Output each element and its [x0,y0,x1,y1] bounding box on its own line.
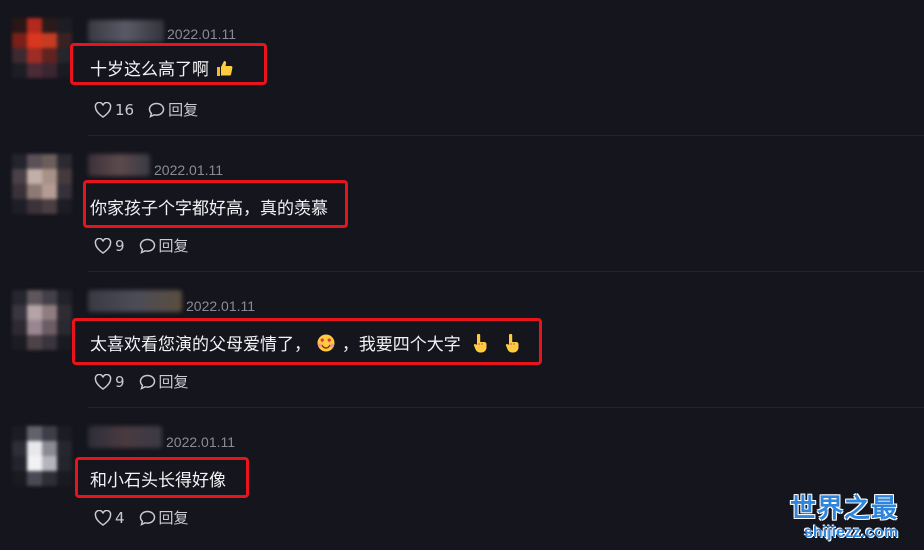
comment-actions: 16 回复 [94,99,198,120]
reply-label: 回复 [158,509,189,527]
username-blurred[interactable] [88,426,162,448]
comment-date: 2022.01.11 [166,434,236,450]
comment-text-part: ，我要四个大字 [341,335,461,355]
comment-actions: 4 回复 [94,507,189,528]
username-blurred[interactable] [88,154,150,176]
avatar[interactable] [12,154,74,216]
reply-button[interactable]: 回复 [139,507,189,528]
comment-date: 2022.01.11 [167,26,237,42]
reply-label: 回复 [168,101,199,119]
reply-bubble-icon [139,510,155,526]
like-button[interactable]: 9 [94,237,125,255]
like-count: 16 [115,100,135,119]
watermark-title: 世界之最 [790,494,899,524]
username-blurred[interactable] [88,290,182,312]
reply-label: 回复 [158,237,189,255]
like-button[interactable]: 16 [94,101,134,119]
comment-item: 2022.01.11 你家孩子个字都好高，真的羡慕 9 回复 [0,136,924,272]
hand-up-icon [504,333,520,358]
watermark-url: shijiezz.com [804,524,899,541]
comment-text: 十岁这么高了啊 [90,55,234,83]
comment-text: 太喜欢看您演的父母爱情了， ，我要四个大字 [90,330,520,358]
reply-label: 回复 [158,373,189,391]
avatar[interactable] [12,290,74,352]
comment-text-body: 十岁这么高了啊 [90,60,209,80]
comment-item: 2022.01.11 十岁这么高了啊 16 回复 [0,0,924,136]
heart-icon [94,509,112,526]
comment-date: 2022.01.11 [186,298,256,314]
hand-up-icon [472,333,488,358]
reply-bubble-icon [139,238,155,254]
like-count: 9 [115,372,125,391]
thumbs-up-icon [214,58,234,83]
avatar[interactable] [12,426,74,488]
reply-bubble-icon [148,102,165,118]
like-count: 4 [115,508,125,527]
comment-text-part: 太喜欢看您演的父母爱情了， [90,335,311,355]
heart-icon [94,237,112,254]
reply-button[interactable]: 回复 [139,371,189,392]
comment-item: 2022.01.11 和小石头长得好像 4 回复 [0,408,924,544]
like-button[interactable]: 9 [94,373,125,391]
comment-actions: 9 回复 [94,371,189,392]
comment-item: 2022.01.11 太喜欢看您演的父母爱情了， ，我要四个大字 9 回复 [0,272,924,408]
comment-actions: 9 回复 [94,235,189,256]
reply-button[interactable]: 回复 [148,99,198,120]
heart-face-icon [316,333,336,358]
reply-bubble-icon [139,374,155,390]
username-blurred[interactable] [88,20,164,42]
comment-date: 2022.01.11 [154,162,224,178]
heart-icon [94,373,112,390]
comment-text: 你家孩子个字都好高，真的羡慕 [90,199,328,219]
comment-text: 和小石头长得好像 [90,471,226,491]
heart-icon [94,101,112,118]
like-count: 9 [115,236,125,255]
reply-button[interactable]: 回复 [139,235,189,256]
avatar[interactable] [12,18,74,80]
like-button[interactable]: 4 [94,509,125,527]
site-watermark: 世界之最 shijiezz.com [790,488,924,550]
